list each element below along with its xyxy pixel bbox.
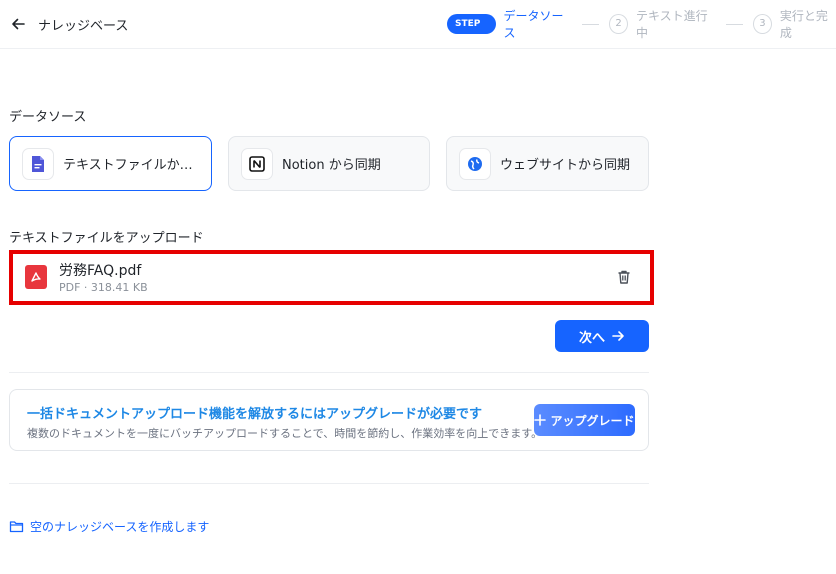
step-1-label: データソース <box>503 9 564 40</box>
pdf-icon <box>25 265 47 289</box>
step-separator <box>726 23 744 25</box>
source-option-label: テキストファイルからイン... <box>63 158 203 173</box>
upgrade-title: 一括ドキュメントアップロード機能を解放するにはアップグレードが必要です <box>27 407 483 422</box>
upgrade-button[interactable]: アップグレード <box>534 404 635 436</box>
arrow-right-icon <box>612 331 624 341</box>
page-title: ナレッジベース <box>38 19 129 34</box>
step-separator <box>582 23 600 25</box>
divider <box>9 372 649 373</box>
sparkle-icon <box>534 414 547 426</box>
file-name: 労務FAQ.pdf <box>59 263 142 279</box>
upgrade-button-label: アップグレード <box>550 413 635 428</box>
document-icon <box>22 147 54 180</box>
folder-icon <box>9 521 24 533</box>
upgrade-description: 複数のドキュメントを一度にバッチアップロードすることで、時間を節約し、作業効率を… <box>27 427 543 440</box>
globe-icon <box>459 147 491 180</box>
divider <box>9 483 649 484</box>
source-option-label: Notion から同期 <box>282 158 381 173</box>
trash-icon <box>618 270 630 284</box>
uploaded-file-row: 労務FAQ.pdf PDF · 318.41 KB <box>9 250 654 305</box>
next-button-label: 次へ <box>578 330 605 346</box>
step-1-badge: STEP 1 <box>447 14 496 49</box>
header-bar: ナレッジベース STEP 1 データソース 2 テキスト進行中 3 実行と完成 <box>0 0 836 49</box>
source-option-website[interactable]: ウェブサイトから同期 <box>446 136 649 191</box>
step-3-number: 3 <box>753 14 772 34</box>
step-2-number: 2 <box>609 14 628 34</box>
delete-file-button[interactable] <box>615 268 633 286</box>
back-button[interactable] <box>9 15 27 33</box>
upgrade-banner: 一括ドキュメントアップロード機能を解放するにはアップグレードが必要です 複数のド… <box>9 389 649 451</box>
create-empty-kb-label: 空のナレッジベースを作成します <box>30 520 210 534</box>
step-2-label: テキスト進行中 <box>635 9 708 40</box>
source-option-notion[interactable]: Notion から同期 <box>228 136 430 191</box>
create-empty-kb-link[interactable]: 空のナレッジベースを作成します <box>9 518 209 535</box>
upload-title: テキストファイルをアップロード <box>9 231 204 246</box>
file-meta: PDF · 318.41 KB <box>59 281 148 294</box>
next-button[interactable]: 次へ <box>555 320 649 352</box>
notion-icon <box>241 147 273 180</box>
source-option-label: ウェブサイトから同期 <box>500 158 631 173</box>
source-option-text-file[interactable]: テキストファイルからイン... <box>9 136 212 191</box>
step-3-label: 実行と完成 <box>779 9 828 40</box>
arrow-left-icon <box>12 18 25 30</box>
stepper: STEP 1 データソース 2 テキスト進行中 3 実行と完成 <box>447 9 836 49</box>
data-source-title: データソース <box>9 110 87 125</box>
